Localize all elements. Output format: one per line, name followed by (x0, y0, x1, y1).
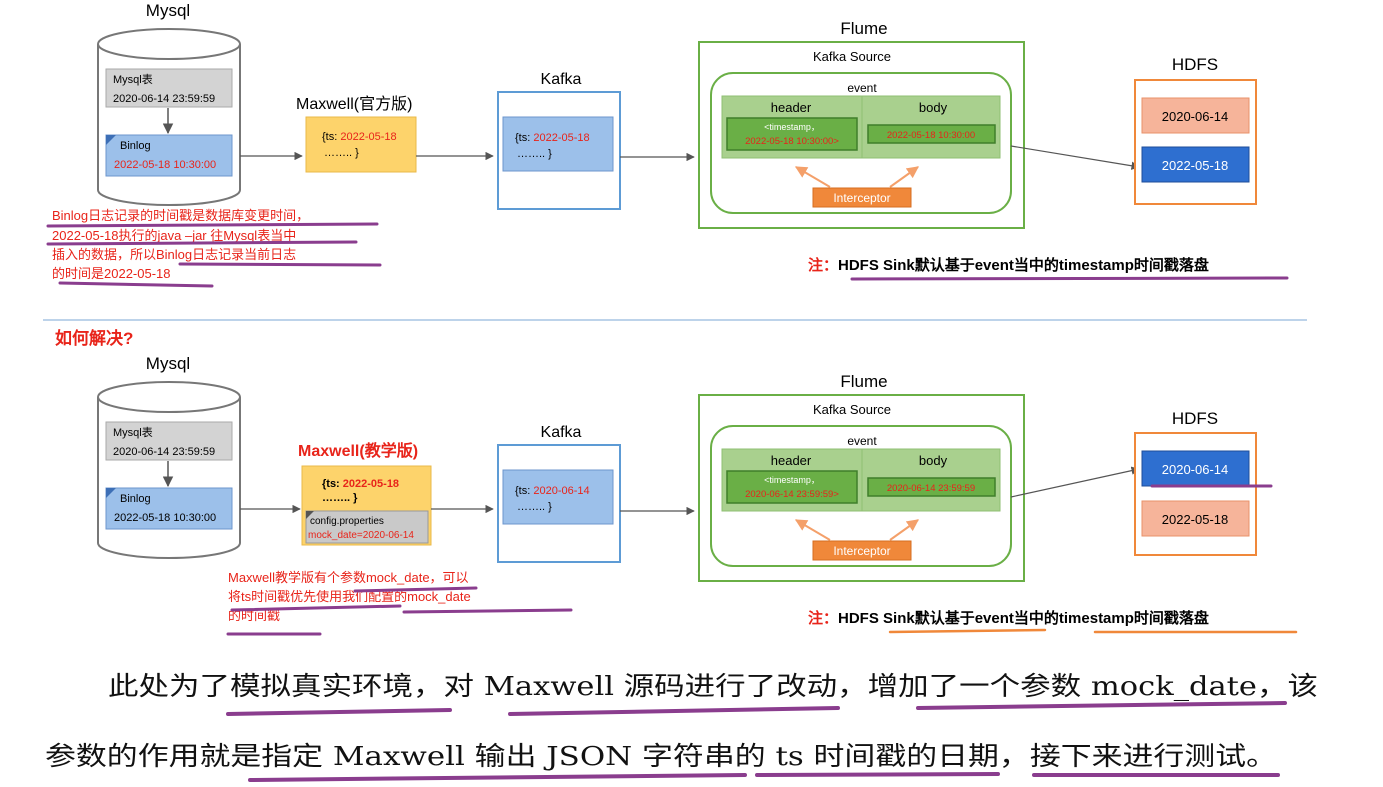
bottom-kafka-msg (502, 469, 614, 525)
paragraph-line-2: 参数的作用就是指定 Maxwell 输出 JSON 字符串的 ts 时间戳的日期… (45, 742, 1277, 772)
bottom-mysql-title: Mysql (146, 354, 190, 373)
top-hdfs-dir1-label: 2020-06-14 (1162, 109, 1229, 124)
bottom-config-label: config.properties (310, 516, 384, 527)
bottom-mock-note-line-1: Maxwell教学版有个参数mock_date，可以 (228, 570, 469, 585)
top-mysql-table-label: Mysql表 (113, 72, 153, 86)
top-interceptor-label: Interceptor (833, 191, 890, 205)
top-hdfs-dir2-label: 2022-05-18 (1162, 158, 1229, 173)
bottom-binlog-time: 2022-05-18 10:30:00 (114, 512, 216, 524)
bottom-hdfs-dir2-label: 2022-05-18 (1162, 512, 1229, 527)
top-timestamp-tag: <timestamp， (764, 122, 820, 132)
bottom-body-label: body (919, 453, 948, 468)
top-maxwell-ts-end: …….. } (324, 147, 359, 159)
bottom-config-value: mock_date=2020-06-14 (308, 530, 414, 541)
bottom-mysql-table-time: 2020-06-14 23:59:59 (113, 446, 215, 458)
bottom-body-time: 2020-06-14 23:59:59 (887, 483, 975, 494)
top-mysql-cylinder (97, 28, 241, 206)
bottom-hdfs-dir1-label: 2020-06-14 (1162, 462, 1229, 477)
bottom-maxwell-ts-end: …….. } (322, 492, 358, 504)
top-binlog-note-line-2: 2022-05-18执行的java –jar 往Mysql表当中 (52, 228, 296, 243)
bottom-event-label: event (847, 434, 877, 448)
paragraph-line-1: 此处为了模拟真实环境，对 Maxwell 源码进行了改动，增加了一个参数 moc… (108, 672, 1318, 702)
bottom-hdfs-title: HDFS (1172, 409, 1218, 428)
top-kafka-title: Kafka (541, 71, 582, 88)
top-kafka-msg (502, 116, 614, 172)
top-kafka-ts: {ts: 2022-05-18 (515, 132, 590, 144)
top-header-label: header (771, 100, 812, 115)
bottom-interceptor-label: Interceptor (833, 544, 890, 558)
explanation-paragraph: 此处为了模拟真实环境，对 Maxwell 源码进行了改动，增加了一个参数 moc… (45, 672, 1318, 782)
bottom-mysql-table-label: Mysql表 (113, 425, 153, 439)
top-flume-to-hdfs-arrow (1010, 145, 1140, 170)
bottom-note: 注：HDFS Sink默认基于event当中的timestamp时间戳落盘 (808, 609, 1209, 627)
bottom-header-label: header (771, 453, 812, 468)
top-binlog-note-line-1: Binlog日志记录的时间戳是数据库变更时间， (52, 208, 309, 223)
bottom-header-time: 2020-06-14 23:59:59> (745, 489, 839, 500)
top-body-time: 2022-05-18 10:30:00 (887, 130, 975, 141)
top-note-underline (850, 276, 1289, 281)
top-hdfs-title: HDFS (1172, 55, 1218, 74)
bottom-binlog-label: Binlog (120, 493, 151, 505)
top-kafka-ts-end: …….. } (517, 148, 552, 160)
top-mysql-table-time: 2020-06-14 23:59:59 (113, 93, 215, 105)
top-binlog-note: Binlog日志记录的时间戳是数据库变更时间， 2022-05-18执行的jav… (46, 208, 382, 288)
bottom-maxwell-ts: {ts: 2022-05-18 (322, 478, 399, 490)
top-binlog-label: Binlog (120, 140, 151, 152)
top-maxwell-box (305, 116, 417, 173)
top-binlog-note-line-4: 的时间是2022-05-18 (52, 266, 171, 281)
top-binlog-time: 2022-05-18 10:30:00 (114, 159, 216, 171)
bottom-kafka-title: Kafka (541, 424, 582, 441)
bottom-mock-note: Maxwell教学版有个参数mock_date，可以 将ts时间戳优先使用我们配… (226, 570, 573, 636)
top-binlog-note-line-3: 插入的数据，所以Binlog日志记录当前日志 (52, 247, 296, 262)
bottom-timestamp-tag: <timestamp， (764, 475, 820, 485)
top-body-label: body (919, 100, 948, 115)
top-mysql-title: Mysql (146, 1, 190, 20)
bottom-kafka-source: Kafka Source (813, 402, 891, 417)
question-heading: 如何解决? (55, 328, 133, 348)
bottom-flume-to-hdfs-arrow (1010, 466, 1140, 498)
bottom-flume-title: Flume (840, 372, 887, 391)
bottom-maxwell-title: Maxwell(教学版) (298, 441, 418, 460)
top-maxwell-title: Maxwell(官方版) (296, 95, 412, 113)
bottom-kafka-ts: {ts: 2020-06-14 (515, 485, 590, 497)
bottom-diagram: Mysql Mysql表 2020-06-14 23:59:59 Binlog … (97, 354, 1298, 636)
top-flume-title: Flume (840, 19, 887, 38)
bottom-kafka-ts-end: …….. } (517, 501, 552, 513)
top-note: 注：HDFS Sink默认基于event当中的timestamp时间戳落盘 (808, 256, 1209, 274)
flow-diagram: Mysql Mysql表 2020-06-14 23:59:59 Binlog … (43, 1, 1318, 782)
top-event-label: event (847, 81, 877, 95)
bottom-mysql-cylinder (97, 381, 241, 559)
top-maxwell-ts: {ts: 2022-05-18 (322, 131, 397, 143)
top-kafka-source: Kafka Source (813, 49, 891, 64)
top-header-time: 2022-05-18 10:30:00> (745, 136, 839, 147)
top-diagram: Mysql Mysql表 2020-06-14 23:59:59 Binlog … (46, 1, 1289, 288)
bottom-mock-note-line-2: 将ts时间戳优先使用我们配置的mock_date (228, 589, 471, 604)
